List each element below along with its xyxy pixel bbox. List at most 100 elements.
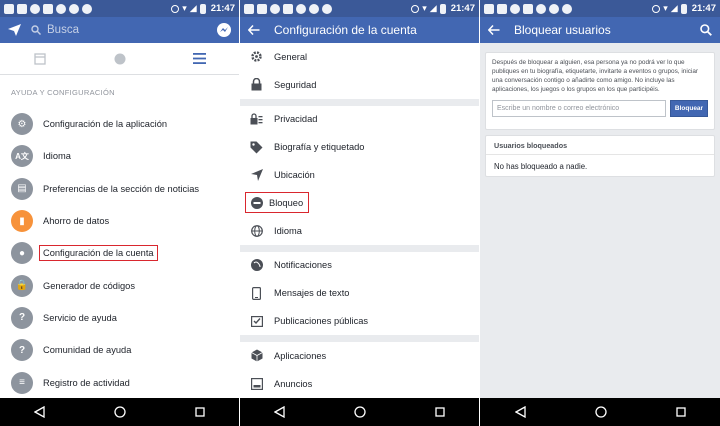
back-triangle-icon[interactable] — [514, 406, 526, 418]
section-divider — [240, 334, 479, 342]
notification-icon — [56, 3, 66, 14]
settings-item-language[interactable]: Idioma — [240, 217, 479, 245]
clock: 21:47 — [450, 3, 475, 14]
blocked-users-header: Usuarios bloqueados — [486, 136, 714, 155]
back-arrow-icon[interactable] — [248, 25, 260, 35]
input-placeholder: Escribe un nombre o correo electrónico — [497, 105, 620, 112]
block-button[interactable]: Bloquear — [670, 100, 708, 117]
tab-notifications[interactable] — [80, 43, 160, 74]
alarm-icon — [171, 4, 180, 13]
alarm-icon — [411, 4, 420, 13]
menu-item-label: Preferencias de la sección de noticias — [43, 183, 200, 194]
menu-item-help-center[interactable]: ? Servicio de ayuda — [0, 302, 239, 334]
signal-icon: ◢ — [670, 3, 678, 13]
clock: 21:47 — [210, 3, 235, 14]
block-user-input[interactable]: Escribe un nombre o correo electrónico — [492, 100, 666, 117]
news-feed-icon: ▤ — [11, 177, 33, 200]
tag-icon — [250, 141, 263, 154]
battery-icon — [680, 3, 687, 14]
hamburger-icon — [192, 53, 206, 64]
settings-item-location[interactable]: Ubicación — [240, 161, 479, 189]
menu-item-news-feed-preferences[interactable]: ▤ Preferencias de la sección de noticias — [0, 173, 239, 205]
home-circle-icon[interactable] — [354, 406, 366, 418]
account-settings-list: General Seguridad Privacidad Biografía y… — [240, 43, 479, 398]
settings-item-apps[interactable]: Aplicaciones — [240, 342, 479, 370]
settings-item-security[interactable]: Seguridad — [240, 71, 479, 99]
settings-item-blocking[interactable]: Bloqueo — [240, 189, 479, 217]
home-circle-icon[interactable] — [114, 406, 126, 418]
globe-icon — [250, 224, 263, 237]
android-nav-bar — [240, 398, 479, 426]
settings-item-ads[interactable]: Anuncios — [240, 370, 479, 398]
menu-item-code-generator[interactable]: 🔒 Generador de códigos — [0, 269, 239, 301]
gear-icon: ⚙ — [11, 113, 33, 136]
send-icon[interactable] — [8, 24, 21, 36]
battery-icon — [439, 3, 446, 14]
home-circle-icon[interactable] — [594, 406, 607, 418]
settings-item-label: Anuncios — [274, 378, 313, 389]
ads-icon — [250, 377, 263, 390]
search-placeholder: Busca — [47, 24, 79, 36]
search-icon — [31, 25, 41, 35]
news-feed-icon — [34, 52, 46, 65]
settings-item-label: Ubicación — [274, 170, 315, 181]
block-info-card: Después de bloquear a alguien, esa perso… — [485, 52, 715, 130]
alarm-icon — [652, 4, 661, 13]
language-icon: A文 — [11, 145, 33, 168]
settings-item-label: Publicaciones públicas — [274, 316, 369, 327]
blocked-users-empty: No has bloqueado a nadie. — [494, 161, 588, 171]
block-info-text: Después de bloquear a alguien, esa perso… — [492, 59, 699, 93]
settings-item-public-posts[interactable]: Publicaciones públicas — [240, 307, 479, 335]
search-input[interactable]: Busca — [31, 20, 217, 40]
menu-item-label: Servicio de ayuda — [43, 312, 117, 323]
blocked-users-card: Usuarios bloqueados No has bloqueado a n… — [485, 135, 715, 177]
settings-item-general[interactable]: General — [240, 43, 479, 71]
search-icon[interactable] — [700, 24, 712, 36]
recents-square-icon[interactable] — [194, 407, 205, 417]
globe-icon — [250, 259, 263, 272]
notification-icon — [43, 3, 53, 14]
public-posts-icon — [250, 315, 263, 328]
menu-item-account-settings[interactable]: ● Configuración de la cuenta — [0, 237, 239, 269]
settings-item-notifications[interactable]: Notificaciones — [240, 252, 479, 280]
top-bar: Bloquear usuarios — [480, 17, 720, 43]
menu-item-data-saver[interactable]: ▮ Ahorro de datos — [0, 205, 239, 237]
messenger-icon[interactable] — [217, 23, 231, 37]
help-icon: ? — [11, 306, 33, 329]
notification-icon — [484, 3, 494, 14]
menu-item-app-settings[interactable]: ⚙ Configuración de la aplicación — [0, 108, 239, 140]
gear-icon — [250, 50, 263, 63]
back-triangle-icon[interactable] — [274, 406, 285, 418]
recents-square-icon[interactable] — [675, 407, 686, 417]
section-divider — [240, 244, 479, 252]
notification-icon — [549, 3, 559, 14]
settings-item-timeline-tagging[interactable]: Biografía y etiquetado — [240, 133, 479, 161]
back-arrow-icon[interactable] — [488, 25, 500, 35]
top-bar: Configuración de la cuenta — [240, 17, 479, 43]
tab-bar — [0, 43, 239, 75]
notification-icon — [4, 3, 14, 14]
recents-square-icon[interactable] — [434, 407, 445, 417]
data-saver-icon: ▮ — [11, 210, 33, 233]
block-icon — [250, 196, 263, 209]
whatsapp-icon — [30, 3, 40, 14]
settings-item-privacy[interactable]: Privacidad — [240, 106, 479, 134]
menu-item-language[interactable]: A文 Idioma — [0, 140, 239, 172]
settings-item-label: Seguridad — [274, 79, 317, 90]
status-bar: ▾ ◢ 21:47 — [0, 0, 239, 17]
page-title: Configuración de la cuenta — [274, 23, 417, 37]
tab-news-feed[interactable] — [0, 43, 80, 74]
notification-icon — [17, 3, 27, 14]
back-triangle-icon[interactable] — [34, 406, 45, 418]
notification-icon — [562, 3, 572, 14]
settings-item-text-messaging[interactable]: Mensajes de texto — [240, 279, 479, 307]
menu-item-help-community[interactable]: ? Comunidad de ayuda — [0, 334, 239, 366]
notification-icon — [296, 3, 306, 14]
screen-block-users: ▾ ◢ 21:47 Bloquear usuarios Después de b… — [480, 0, 720, 426]
signal-icon: ◢ — [429, 3, 437, 13]
blocking-highlight: Bloqueo — [245, 192, 310, 214]
tab-menu[interactable] — [159, 43, 239, 74]
lock-icon — [250, 78, 263, 91]
menu-item-activity-log[interactable]: ≡ Registro de actividad — [0, 366, 239, 398]
menu-item-label: Configuración de la cuenta — [39, 245, 158, 262]
